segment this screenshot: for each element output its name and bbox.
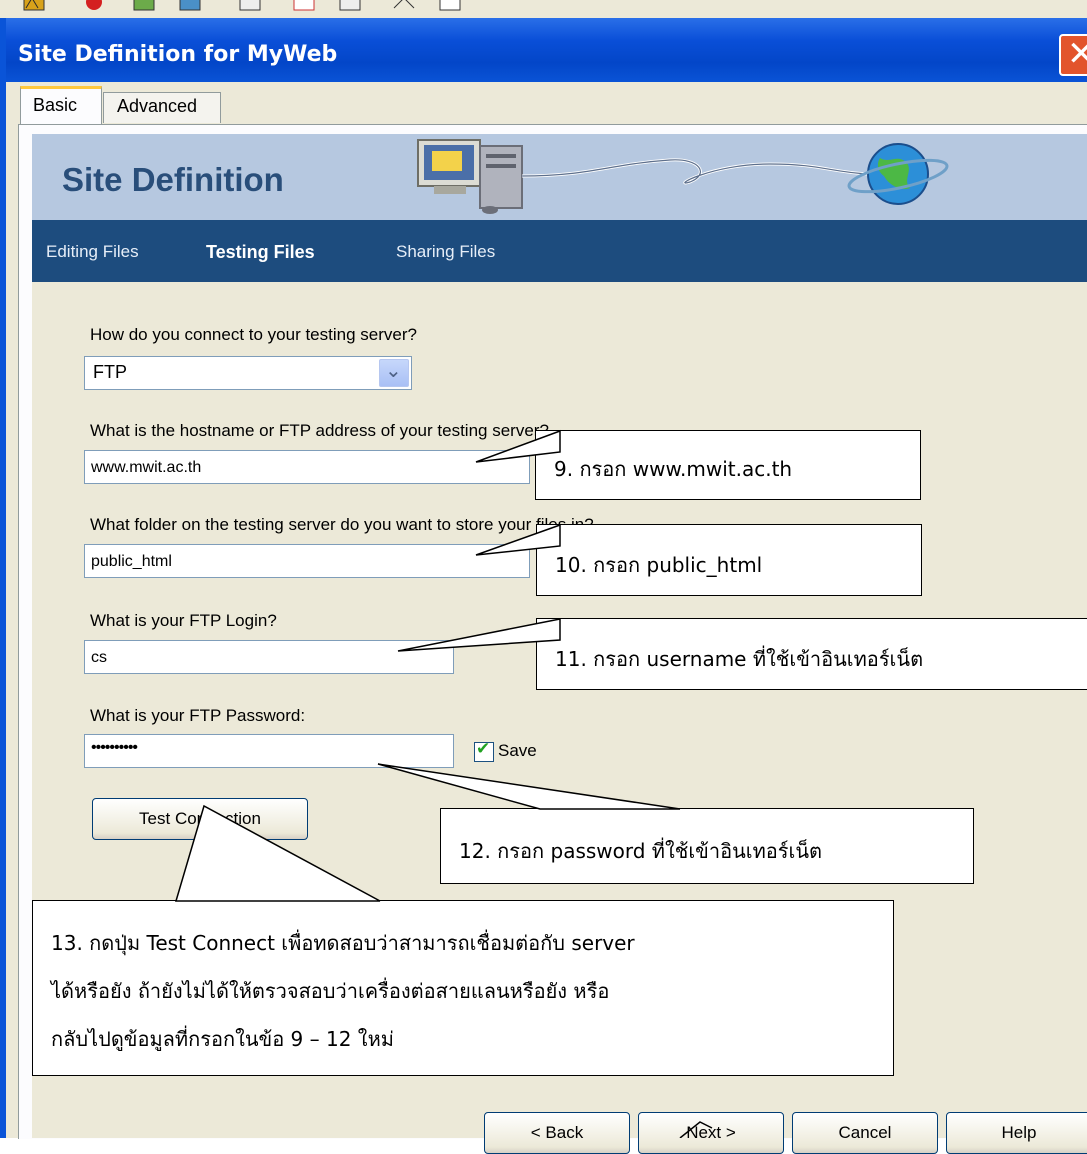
pointer-step-12 — [377, 763, 681, 810]
pointer-step-13 — [174, 804, 381, 902]
mouse-cursor-icon — [679, 1121, 713, 1138]
pointer-step-9 — [475, 429, 561, 463]
pointer-step-11 — [397, 618, 561, 652]
pointer-step-10 — [475, 523, 561, 556]
callout-pointers — [174, 429, 713, 1138]
